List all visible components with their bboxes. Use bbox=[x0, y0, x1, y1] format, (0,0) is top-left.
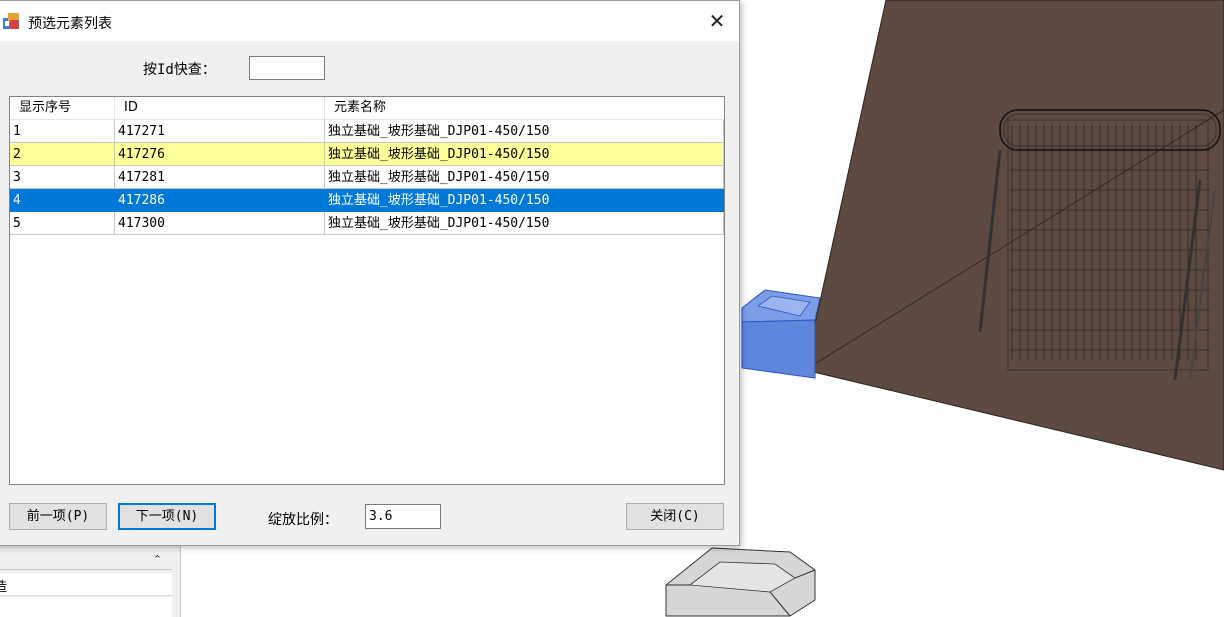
row-index: 5 bbox=[10, 212, 115, 235]
properties-panel: ⌃ 造 bbox=[0, 545, 181, 617]
row-index: 4 bbox=[10, 189, 115, 212]
close-button[interactable]: 关闭(C) bbox=[626, 503, 724, 530]
row-name: 独立基础_坡形基础_DJP01-450/150 bbox=[325, 166, 724, 189]
elements-list[interactable]: 显示序号 ID 元素名称 1 417271 独立基础_坡形基础_DJP01-45… bbox=[9, 96, 725, 485]
list-row-highlighted[interactable]: 2 417276 独立基础_坡形基础_DJP01-450/150 bbox=[10, 143, 724, 166]
properties-row-empty[interactable] bbox=[0, 597, 172, 617]
close-icon[interactable]: ✕ bbox=[699, 5, 735, 37]
zoom-ratio-label: 绽放比例： bbox=[268, 512, 338, 528]
column-header-name[interactable]: 元素名称 bbox=[325, 97, 724, 119]
row-index: 2 bbox=[10, 143, 115, 166]
properties-row-text: 造 bbox=[0, 580, 8, 595]
column-header-id[interactable]: ID bbox=[115, 97, 325, 119]
dialog-title: 预选元素列表 bbox=[28, 16, 112, 32]
wall-panel bbox=[804, 0, 1224, 471]
list-row-selected[interactable]: 4 417286 独立基础_坡形基础_DJP01-450/150 bbox=[10, 189, 724, 212]
row-id: 417276 bbox=[115, 143, 325, 166]
blue-selected-foundation bbox=[741, 289, 821, 379]
row-id: 417281 bbox=[115, 166, 325, 189]
properties-row[interactable]: 造 bbox=[0, 573, 172, 596]
zoom-ratio-input[interactable] bbox=[365, 504, 441, 529]
dialog-titlebar[interactable]: 预选元素列表 ✕ bbox=[0, 1, 739, 41]
row-name: 独立基础_坡形基础_DJP01-450/150 bbox=[325, 212, 724, 235]
properties-panel-header: ⌃ bbox=[0, 549, 172, 570]
previous-item-button[interactable]: 前一项(P) bbox=[9, 503, 107, 530]
row-id: 417271 bbox=[115, 120, 325, 143]
list-header: 显示序号 ID 元素名称 bbox=[10, 97, 724, 120]
row-name: 独立基础_坡形基础_DJP01-450/150 bbox=[325, 143, 724, 166]
search-by-id-input[interactable] bbox=[249, 56, 325, 80]
row-index: 3 bbox=[10, 166, 115, 189]
row-name: 独立基础_坡形基础_DJP01-450/150 bbox=[325, 189, 724, 212]
search-by-id-label: 按Id快查： bbox=[143, 62, 216, 78]
concrete-foundation bbox=[665, 547, 816, 617]
collapse-chevron-icon[interactable]: ⌃ bbox=[153, 553, 162, 566]
row-id: 417300 bbox=[115, 212, 325, 235]
app-icon bbox=[3, 13, 19, 29]
preselect-elements-dialog: 预选元素列表 ✕ 按Id快查： 显示序号 ID 元素名称 1 417271 独立… bbox=[0, 0, 740, 546]
row-index: 1 bbox=[10, 120, 115, 143]
list-row[interactable]: 1 417271 独立基础_坡形基础_DJP01-450/150 bbox=[10, 120, 724, 143]
list-row[interactable]: 5 417300 独立基础_坡形基础_DJP01-450/150 bbox=[10, 212, 724, 235]
row-name: 独立基础_坡形基础_DJP01-450/150 bbox=[325, 120, 724, 143]
row-id: 417286 bbox=[115, 189, 325, 212]
next-item-button[interactable]: 下一项(N) bbox=[118, 503, 216, 530]
list-row[interactable]: 3 417281 独立基础_坡形基础_DJP01-450/150 bbox=[10, 166, 724, 189]
column-header-index[interactable]: 显示序号 bbox=[10, 97, 115, 119]
